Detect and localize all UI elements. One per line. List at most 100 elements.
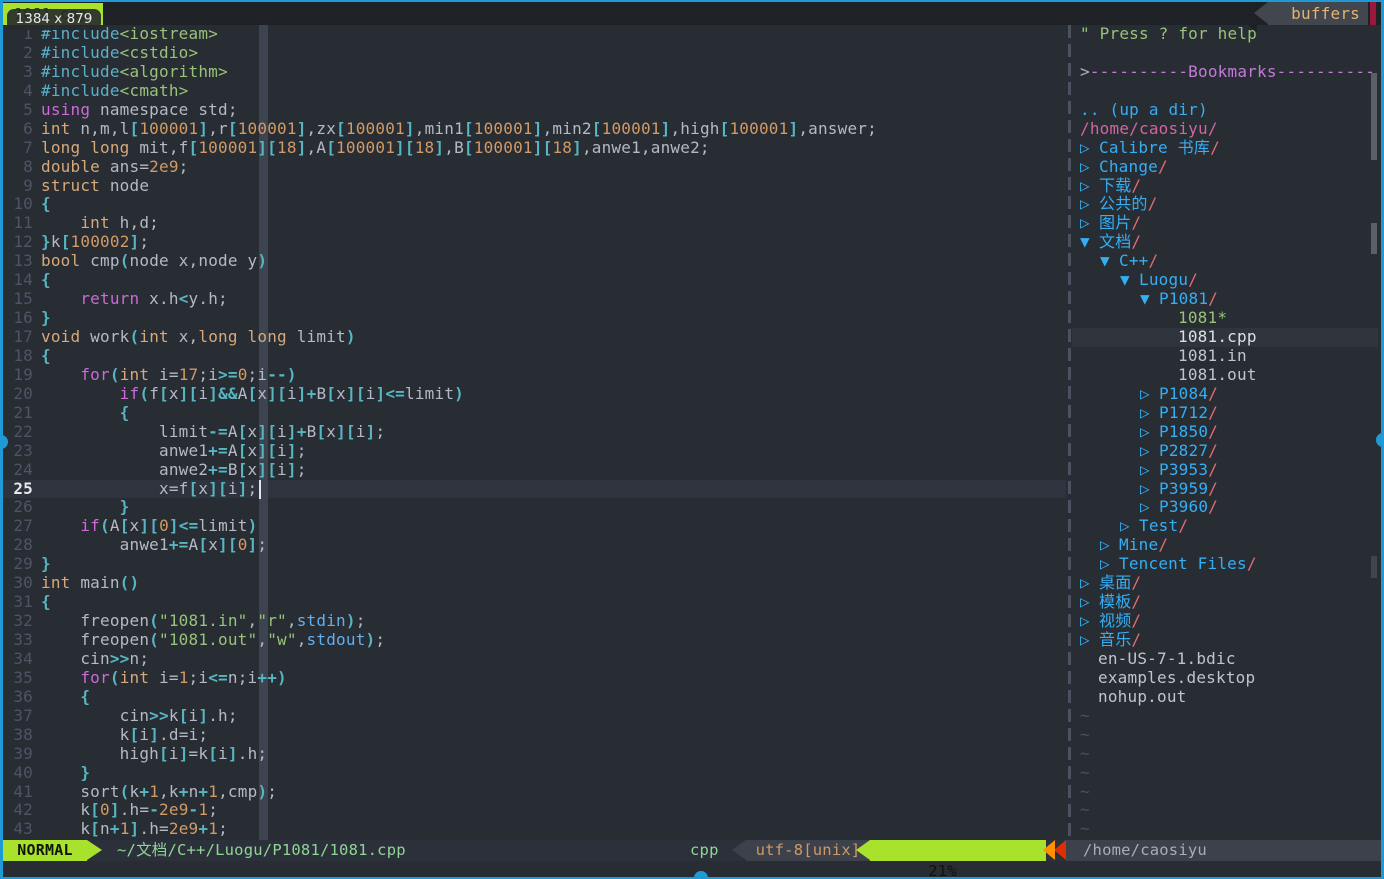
- tab-buffers[interactable]: buffers: [1268, 2, 1368, 25]
- tree-dir-视频[interactable]: ▷视频/: [1072, 612, 1378, 631]
- tree-dir-下载[interactable]: ▷下载/: [1072, 177, 1378, 196]
- chevron-closed-icon[interactable]: ▷: [1080, 612, 1099, 631]
- tree-dir-Mine[interactable]: ▷Mine/: [1072, 536, 1378, 555]
- code-line-41[interactable]: 41 sort(k+1,k+n+1,cmp);: [3, 783, 1066, 802]
- chevron-closed-icon[interactable]: ▷: [1120, 517, 1139, 536]
- chevron-closed-icon[interactable]: ▷: [1080, 574, 1099, 593]
- chevron-closed-icon[interactable]: ▷: [1080, 158, 1099, 177]
- code-line-36[interactable]: 36 {: [3, 688, 1066, 707]
- chevron-closed-icon[interactable]: ▷: [1080, 195, 1099, 214]
- code-line-21[interactable]: 21 {: [3, 404, 1066, 423]
- selection-handle[interactable]: [1376, 433, 1384, 447]
- chevron-open-icon[interactable]: ▼: [1140, 290, 1159, 309]
- tree-dir-P3953[interactable]: ▷P3953/: [1072, 461, 1378, 480]
- tree-dir-Luogu[interactable]: ▼Luogu/: [1072, 271, 1378, 290]
- chevron-closed-icon[interactable]: ▷: [1100, 536, 1119, 555]
- tree-file-en-US-7-1.bdic[interactable]: en-US-7-1.bdic: [1072, 650, 1378, 669]
- chevron-closed-icon[interactable]: ▷: [1080, 214, 1099, 233]
- code-line-3[interactable]: 3#include<algorithm>: [3, 63, 1066, 82]
- code-line-24[interactable]: 24 anwe2+=B[x][i];: [3, 461, 1066, 480]
- code-line-20[interactable]: 20 if(f[x][i]&&A[x][i]+B[x][i]<=limit): [3, 385, 1066, 404]
- chevron-closed-icon[interactable]: ▷: [1140, 480, 1159, 499]
- code-line-17[interactable]: 17void work(int x,long long limit): [3, 328, 1066, 347]
- code-line-18[interactable]: 18{: [3, 347, 1066, 366]
- code-line-12[interactable]: 12}k[100002];: [3, 233, 1066, 252]
- tree-dir-Calibre 书库[interactable]: ▷Calibre 书库/: [1072, 139, 1378, 158]
- code-line-30[interactable]: 30int main(): [3, 574, 1066, 593]
- code-line-23[interactable]: 23 anwe1+=A[x][i];: [3, 442, 1066, 461]
- code-line-7[interactable]: 7long long mit,f[100001][18],A[100001][1…: [3, 139, 1066, 158]
- code-line-42[interactable]: 42 k[0].h=-2e9-1;: [3, 801, 1066, 820]
- code-line-26[interactable]: 26 }: [3, 498, 1066, 517]
- code-editor-window[interactable]: 1#include<iostream>2#include<cstdio>3#in…: [3, 25, 1066, 840]
- code-line-11[interactable]: 11 int h,d;: [3, 214, 1066, 233]
- chevron-open-icon[interactable]: ▼: [1120, 271, 1139, 290]
- code-line-9[interactable]: 9struct node: [3, 177, 1066, 196]
- chevron-closed-icon[interactable]: ▷: [1140, 498, 1159, 517]
- chevron-closed-icon[interactable]: ▷: [1140, 423, 1159, 442]
- chevron-closed-icon[interactable]: ▷: [1140, 461, 1159, 480]
- tree-up-dir[interactable]: .. (up a dir): [1072, 101, 1378, 120]
- tree-dir-P1850[interactable]: ▷P1850/: [1072, 423, 1378, 442]
- tree-dir-Tencent Files[interactable]: ▷Tencent Files/: [1072, 555, 1378, 574]
- chevron-closed-icon[interactable]: ▷: [1080, 631, 1099, 650]
- code-line-29[interactable]: 29}: [3, 555, 1066, 574]
- code-line-19[interactable]: 19 for(int i=17;i>=0;i--): [3, 366, 1066, 385]
- code-line-25[interactable]: 25 x=f[x][i];: [3, 480, 1066, 499]
- code-line-37[interactable]: 37 cin>>k[i].h;: [3, 707, 1066, 726]
- tree-file-nohup.out[interactable]: nohup.out: [1072, 688, 1378, 707]
- code-line-5[interactable]: 5using namespace std;: [3, 101, 1066, 120]
- code-line-28[interactable]: 28 anwe1+=A[x][0];: [3, 536, 1066, 555]
- tree-dir-P1081[interactable]: ▼P1081/: [1072, 290, 1378, 309]
- tree-file-1081.in[interactable]: 1081.in: [1072, 347, 1378, 366]
- chevron-open-icon[interactable]: ▼: [1080, 233, 1099, 252]
- tree-file-examples.desktop[interactable]: examples.desktop: [1072, 669, 1378, 688]
- selection-handle[interactable]: [694, 871, 708, 879]
- code-line-2[interactable]: 2#include<cstdio>: [3, 44, 1066, 63]
- scrollbar-mark[interactable]: [1371, 223, 1377, 254]
- tree-file-1081.cpp[interactable]: 1081.cpp: [1072, 328, 1378, 347]
- tree-file-1081[interactable]: 1081*: [1072, 309, 1378, 328]
- tree-dir-桌面[interactable]: ▷桌面/: [1072, 574, 1378, 593]
- code-line-39[interactable]: 39 high[i]=k[i].h;: [3, 745, 1066, 764]
- chevron-closed-icon[interactable]: ▷: [1100, 555, 1119, 574]
- code-line-14[interactable]: 14{: [3, 271, 1066, 290]
- tree-dir-P2827[interactable]: ▷P2827/: [1072, 442, 1378, 461]
- code-line-1[interactable]: 1#include<iostream>: [3, 25, 1066, 44]
- tree-dir-Test[interactable]: ▷Test/: [1072, 517, 1378, 536]
- scrollbar-thumb[interactable]: [1371, 73, 1377, 160]
- code-line-27[interactable]: 27 if(A[x][0]<=limit): [3, 517, 1066, 536]
- code-line-31[interactable]: 31{: [3, 593, 1066, 612]
- code-line-4[interactable]: 4#include<cmath>: [3, 82, 1066, 101]
- tree-dir-C++[interactable]: ▼C++/: [1072, 252, 1378, 271]
- chevron-closed-icon[interactable]: ▷: [1140, 404, 1159, 423]
- code-line-43[interactable]: 43 k[n+1].h=2e9+1;: [3, 820, 1066, 839]
- code-line-16[interactable]: 16}: [3, 309, 1066, 328]
- code-line-40[interactable]: 40 }: [3, 764, 1066, 783]
- chevron-open-icon[interactable]: ▼: [1100, 252, 1119, 271]
- code-line-34[interactable]: 34 cin>>n;: [3, 650, 1066, 669]
- tree-dir-P3959[interactable]: ▷P3959/: [1072, 480, 1378, 499]
- code-line-6[interactable]: 6int n,m,l[100001],r[100001],zx[100001],…: [3, 120, 1066, 139]
- code-line-8[interactable]: 8double ans=2e9;: [3, 158, 1066, 177]
- tree-dir-P1712[interactable]: ▷P1712/: [1072, 404, 1378, 423]
- tree-dir-P3960[interactable]: ▷P3960/: [1072, 498, 1378, 517]
- code-line-13[interactable]: 13bool cmp(node x,node y): [3, 252, 1066, 271]
- tree-dir-音乐[interactable]: ▷音乐/: [1072, 631, 1378, 650]
- code-line-38[interactable]: 38 k[i].d=i;: [3, 726, 1066, 745]
- chevron-closed-icon[interactable]: ▷: [1140, 385, 1159, 404]
- tree-file-1081.out[interactable]: 1081.out: [1072, 366, 1378, 385]
- tree-dir-P1084[interactable]: ▷P1084/: [1072, 385, 1378, 404]
- code-line-15[interactable]: 15 return x.h<y.h;: [3, 290, 1066, 309]
- chevron-closed-icon[interactable]: ▷: [1080, 139, 1099, 158]
- tree-dir-文档[interactable]: ▼文档/: [1072, 233, 1378, 252]
- code-line-10[interactable]: 10{: [3, 195, 1066, 214]
- chevron-closed-icon[interactable]: ▷: [1080, 593, 1099, 612]
- code-line-32[interactable]: 32 freopen("1081.in","r",stdin);: [3, 612, 1066, 631]
- tree-dir-Change[interactable]: ▷Change/: [1072, 158, 1378, 177]
- tree-dir-模板[interactable]: ▷模板/: [1072, 593, 1378, 612]
- tree-dir-公共的[interactable]: ▷公共的/: [1072, 195, 1378, 214]
- code-line-35[interactable]: 35 for(int i=1;i<=n;i++): [3, 669, 1066, 688]
- chevron-closed-icon[interactable]: ▷: [1080, 177, 1099, 196]
- tree-dir-图片[interactable]: ▷图片/: [1072, 214, 1378, 233]
